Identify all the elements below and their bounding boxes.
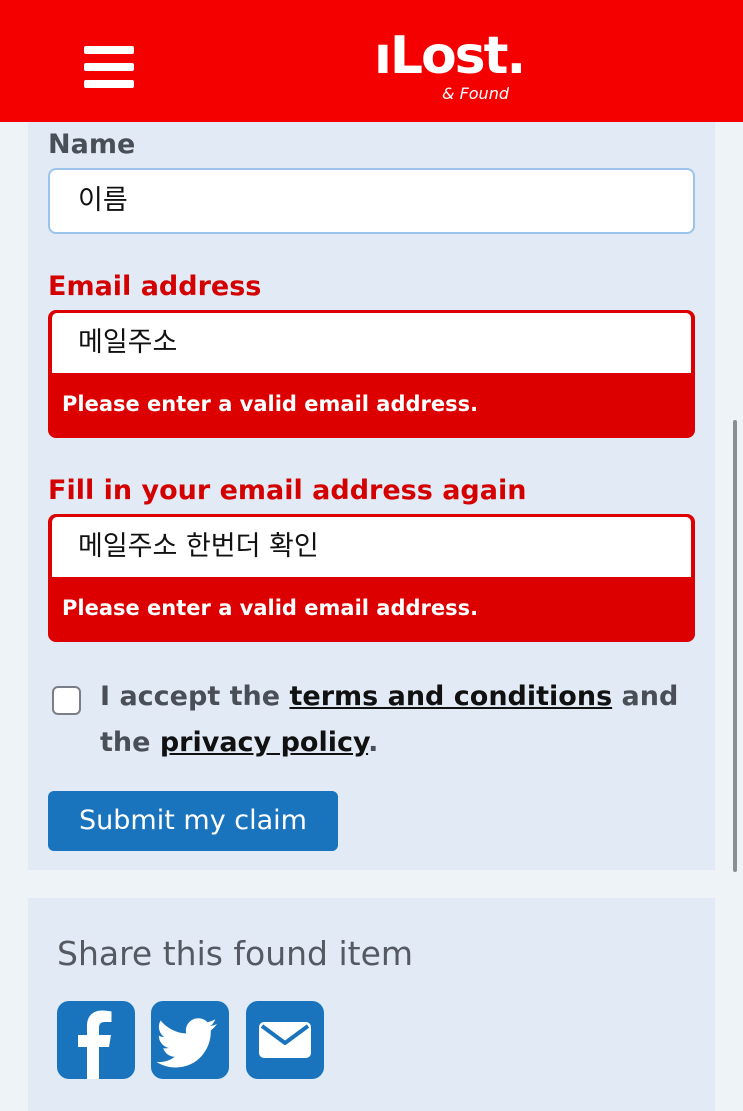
logo[interactable]: ıLost. & Found: [374, 26, 544, 110]
email-share-button[interactable]: [246, 1001, 324, 1079]
privacy-link[interactable]: privacy policy: [160, 727, 368, 758]
name-label: Name: [48, 129, 136, 160]
facebook-share-button[interactable]: [57, 1001, 135, 1079]
confirm-email-label: Fill in your email address again: [48, 475, 527, 506]
facebook-icon: [78, 1010, 112, 1079]
confirm-email-error-message: Please enter a valid email address.: [62, 596, 479, 620]
email-error-message: Please enter a valid email address.: [62, 392, 479, 416]
twitter-icon: [156, 1018, 217, 1068]
consent-suffix: .: [368, 727, 379, 758]
twitter-share-button[interactable]: [151, 1001, 229, 1079]
confirm-email-field-group: 메일주소 한번더 확인 Please enter a valid email a…: [48, 514, 695, 642]
logo-subtext: & Found: [442, 84, 509, 103]
terms-link[interactable]: terms and conditions: [289, 681, 612, 712]
share-title: Share this found item: [57, 934, 414, 973]
confirm-email-input[interactable]: 메일주소 한번더 확인: [52, 517, 691, 577]
email-icon: [259, 1022, 311, 1058]
consent-text: I accept the terms and conditions and th…: [100, 674, 700, 766]
scrollbar[interactable]: [733, 420, 737, 872]
email-label: Email address: [48, 271, 262, 302]
terms-checkbox[interactable]: [52, 686, 81, 715]
submit-claim-button[interactable]: Submit my claim: [48, 791, 338, 851]
app-header: ıLost. & Found: [0, 0, 743, 122]
email-input[interactable]: 메일주소: [52, 313, 691, 373]
logo-text: ıLost.: [374, 26, 526, 86]
email-field-group: 메일주소 Please enter a valid email address.: [48, 310, 695, 438]
name-input[interactable]: 이름: [48, 168, 695, 234]
hamburger-menu-icon[interactable]: [84, 46, 134, 88]
consent-prefix: I accept the: [100, 681, 290, 712]
